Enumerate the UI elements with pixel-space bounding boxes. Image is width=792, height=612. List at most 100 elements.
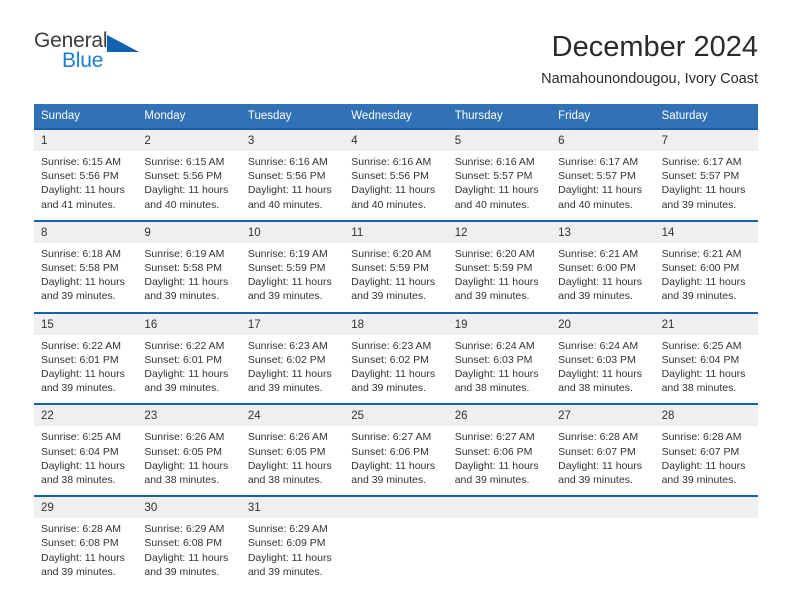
day-cell[interactable]: Sunrise: 6:27 AM Sunset: 6:06 PM Dayligh… — [344, 426, 447, 495]
daylight-text-2: and 40 minutes. — [351, 198, 426, 211]
day-cell[interactable]: Sunrise: 6:25 AM Sunset: 6:04 PM Dayligh… — [34, 426, 137, 495]
day-cell[interactable]: Sunrise: 6:26 AM Sunset: 6:05 PM Dayligh… — [241, 426, 344, 495]
general-blue-logo[interactable]: General Blue — [34, 30, 144, 76]
daylight-text-1: Daylight: 11 hours — [247, 276, 332, 289]
sunset-text: Sunset: 5:59 PM — [247, 262, 326, 275]
sunrise-text: Sunrise: 6:19 AM — [247, 247, 328, 260]
day-number[interactable]: 30 — [137, 497, 240, 518]
daylight-text-2: and 39 minutes. — [247, 382, 323, 395]
day-number[interactable]: 20 — [551, 314, 654, 335]
weekday-header-friday: Friday — [558, 110, 591, 122]
daylight-text-2: and 40 minutes. — [247, 198, 323, 211]
daylight-text-2: and 39 minutes. — [351, 290, 426, 303]
daylight-text-2: and 39 minutes. — [144, 290, 220, 303]
day-number[interactable]: 13 — [551, 222, 654, 243]
sunset-text: Sunset: 5:57 PM — [454, 170, 533, 183]
weekday-header-wednesday: Wednesday — [351, 110, 412, 122]
day-cell[interactable]: Sunrise: 6:23 AM Sunset: 6:02 PM Dayligh… — [344, 335, 447, 404]
day-cell[interactable]: Sunrise: 6:28 AM Sunset: 6:07 PM Dayligh… — [551, 426, 654, 495]
day-cell[interactable]: Sunrise: 6:24 AM Sunset: 6:03 PM Dayligh… — [551, 335, 654, 404]
day-cell[interactable]: Sunrise: 6:16 AM Sunset: 5:56 PM Dayligh… — [241, 151, 344, 220]
sunset-text: Sunset: 6:00 PM — [558, 262, 636, 275]
daylight-text-1: Daylight: 11 hours — [247, 551, 332, 564]
day-cell[interactable]: Sunrise: 6:29 AM Sunset: 6:09 PM Dayligh… — [241, 518, 344, 587]
day-number[interactable]: 15 — [34, 314, 137, 335]
day-number[interactable]: 24 — [241, 405, 344, 426]
day-cell[interactable]: Sunrise: 6:23 AM Sunset: 6:02 PM Dayligh… — [241, 335, 344, 404]
calendar-table: Sunday Monday Tuesday Wednesday Thursday… — [34, 104, 758, 588]
day-number[interactable]: 3 — [241, 130, 344, 151]
day-cell[interactable]: Sunrise: 6:16 AM Sunset: 5:56 PM Dayligh… — [344, 151, 447, 220]
sunrise-text: Sunrise: 6:22 AM — [41, 339, 121, 352]
week-daynumber-strip: 29 30 31 — [34, 497, 758, 519]
week-detail-strip: Sunrise: 6:25 AM Sunset: 6:04 PM Dayligh… — [34, 426, 758, 496]
day-number[interactable]: 28 — [655, 405, 758, 426]
day-number[interactable]: 29 — [34, 497, 137, 518]
day-cell[interactable]: Sunrise: 6:21 AM Sunset: 6:00 PM Dayligh… — [551, 243, 654, 312]
day-cell[interactable]: Sunrise: 6:27 AM Sunset: 6:06 PM Dayligh… — [448, 426, 551, 495]
day-cell[interactable]: Sunrise: 6:18 AM Sunset: 5:58 PM Dayligh… — [34, 243, 137, 312]
day-number[interactable]: 1 — [34, 130, 137, 151]
day-cell[interactable]: Sunrise: 6:17 AM Sunset: 5:57 PM Dayligh… — [551, 151, 654, 220]
day-number[interactable]: 22 — [34, 405, 137, 426]
day-cell[interactable]: Sunrise: 6:20 AM Sunset: 5:59 PM Dayligh… — [448, 243, 551, 312]
daylight-text-1: Daylight: 11 hours — [558, 184, 642, 197]
day-number[interactable]: 19 — [448, 314, 551, 335]
day-number[interactable]: 27 — [551, 405, 654, 426]
day-number[interactable]: 9 — [137, 222, 240, 243]
day-number[interactable]: 8 — [34, 222, 137, 243]
day-cell[interactable]: Sunrise: 6:28 AM Sunset: 6:07 PM Dayligh… — [655, 426, 758, 495]
day-cell[interactable]: Sunrise: 6:24 AM Sunset: 6:03 PM Dayligh… — [448, 335, 551, 404]
day-number[interactable]: 26 — [448, 405, 551, 426]
day-cell[interactable]: Sunrise: 6:22 AM Sunset: 6:01 PM Dayligh… — [137, 335, 240, 404]
day-number[interactable]: 5 — [448, 130, 551, 151]
day-cell[interactable]: Sunrise: 6:20 AM Sunset: 5:59 PM Dayligh… — [344, 243, 447, 312]
day-number[interactable]: 4 — [344, 130, 447, 151]
day-cell[interactable]: Sunrise: 6:22 AM Sunset: 6:01 PM Dayligh… — [34, 335, 137, 404]
daylight-text-2: and 39 minutes. — [247, 290, 323, 303]
day-number[interactable]: 17 — [241, 314, 344, 335]
day-number[interactable]: 12 — [448, 222, 551, 243]
day-cell[interactable]: Sunrise: 6:28 AM Sunset: 6:08 PM Dayligh… — [34, 518, 137, 587]
day-cell[interactable]: Sunrise: 6:29 AM Sunset: 6:08 PM Dayligh… — [137, 518, 240, 587]
day-number[interactable]: 31 — [241, 497, 344, 518]
daylight-text-1: Daylight: 11 hours — [454, 459, 539, 472]
sunrise-text: Sunrise: 6:15 AM — [144, 156, 225, 168]
sunrise-text: Sunrise: 6:20 AM — [351, 247, 432, 260]
day-number[interactable]: 6 — [551, 130, 654, 151]
sunrise-text: Sunrise: 6:20 AM — [454, 247, 535, 260]
calendar-week-row: 29 30 31 Sunrise: 6:28 AM Sunset: 6:08 P… — [34, 495, 758, 588]
sunrise-text: Sunrise: 6:22 AM — [144, 339, 225, 352]
daylight-text-1: Daylight: 11 hours — [454, 368, 539, 381]
day-cell[interactable]: Sunrise: 6:19 AM Sunset: 5:58 PM Dayligh… — [137, 243, 240, 312]
day-cell[interactable]: Sunrise: 6:26 AM Sunset: 6:05 PM Dayligh… — [137, 426, 240, 495]
day-number[interactable]: 11 — [344, 222, 447, 243]
sunrise-text: Sunrise: 6:17 AM — [558, 156, 639, 168]
day-cell[interactable]: Sunrise: 6:15 AM Sunset: 5:56 PM Dayligh… — [137, 151, 240, 220]
day-number[interactable]: 10 — [241, 222, 344, 243]
day-cell[interactable]: Sunrise: 6:17 AM Sunset: 5:57 PM Dayligh… — [655, 151, 758, 220]
daylight-text-1: Daylight: 11 hours — [144, 368, 229, 381]
day-cell[interactable]: Sunrise: 6:25 AM Sunset: 6:04 PM Dayligh… — [655, 335, 758, 404]
day-cell[interactable]: Sunrise: 6:21 AM Sunset: 6:00 PM Dayligh… — [655, 243, 758, 312]
daylight-text-2: and 38 minutes. — [41, 474, 116, 487]
weekday-header-row: Sunday Monday Tuesday Wednesday Thursday… — [34, 104, 758, 128]
day-number[interactable]: 16 — [137, 314, 240, 335]
day-number[interactable]: 23 — [137, 405, 240, 426]
day-number[interactable]: 18 — [344, 314, 447, 335]
day-number-empty — [344, 497, 447, 518]
day-number[interactable]: 7 — [655, 130, 758, 151]
day-number[interactable]: 2 — [137, 130, 240, 151]
day-number-empty — [551, 497, 654, 518]
daylight-text-1: Daylight: 11 hours — [144, 551, 229, 564]
day-number[interactable]: 25 — [344, 405, 447, 426]
day-cell[interactable]: Sunrise: 6:16 AM Sunset: 5:57 PM Dayligh… — [448, 151, 551, 220]
daylight-text-1: Daylight: 11 hours — [661, 459, 746, 472]
sunset-text: Sunset: 6:01 PM — [41, 353, 119, 366]
daylight-text-1: Daylight: 11 hours — [144, 184, 229, 197]
day-number[interactable]: 21 — [655, 314, 758, 335]
day-number[interactable]: 14 — [655, 222, 758, 243]
day-cell[interactable]: Sunrise: 6:19 AM Sunset: 5:59 PM Dayligh… — [241, 243, 344, 312]
day-cell[interactable]: Sunrise: 6:15 AM Sunset: 5:56 PM Dayligh… — [34, 151, 137, 220]
week-daynumber-strip: 15 16 17 18 19 20 21 — [34, 313, 758, 335]
